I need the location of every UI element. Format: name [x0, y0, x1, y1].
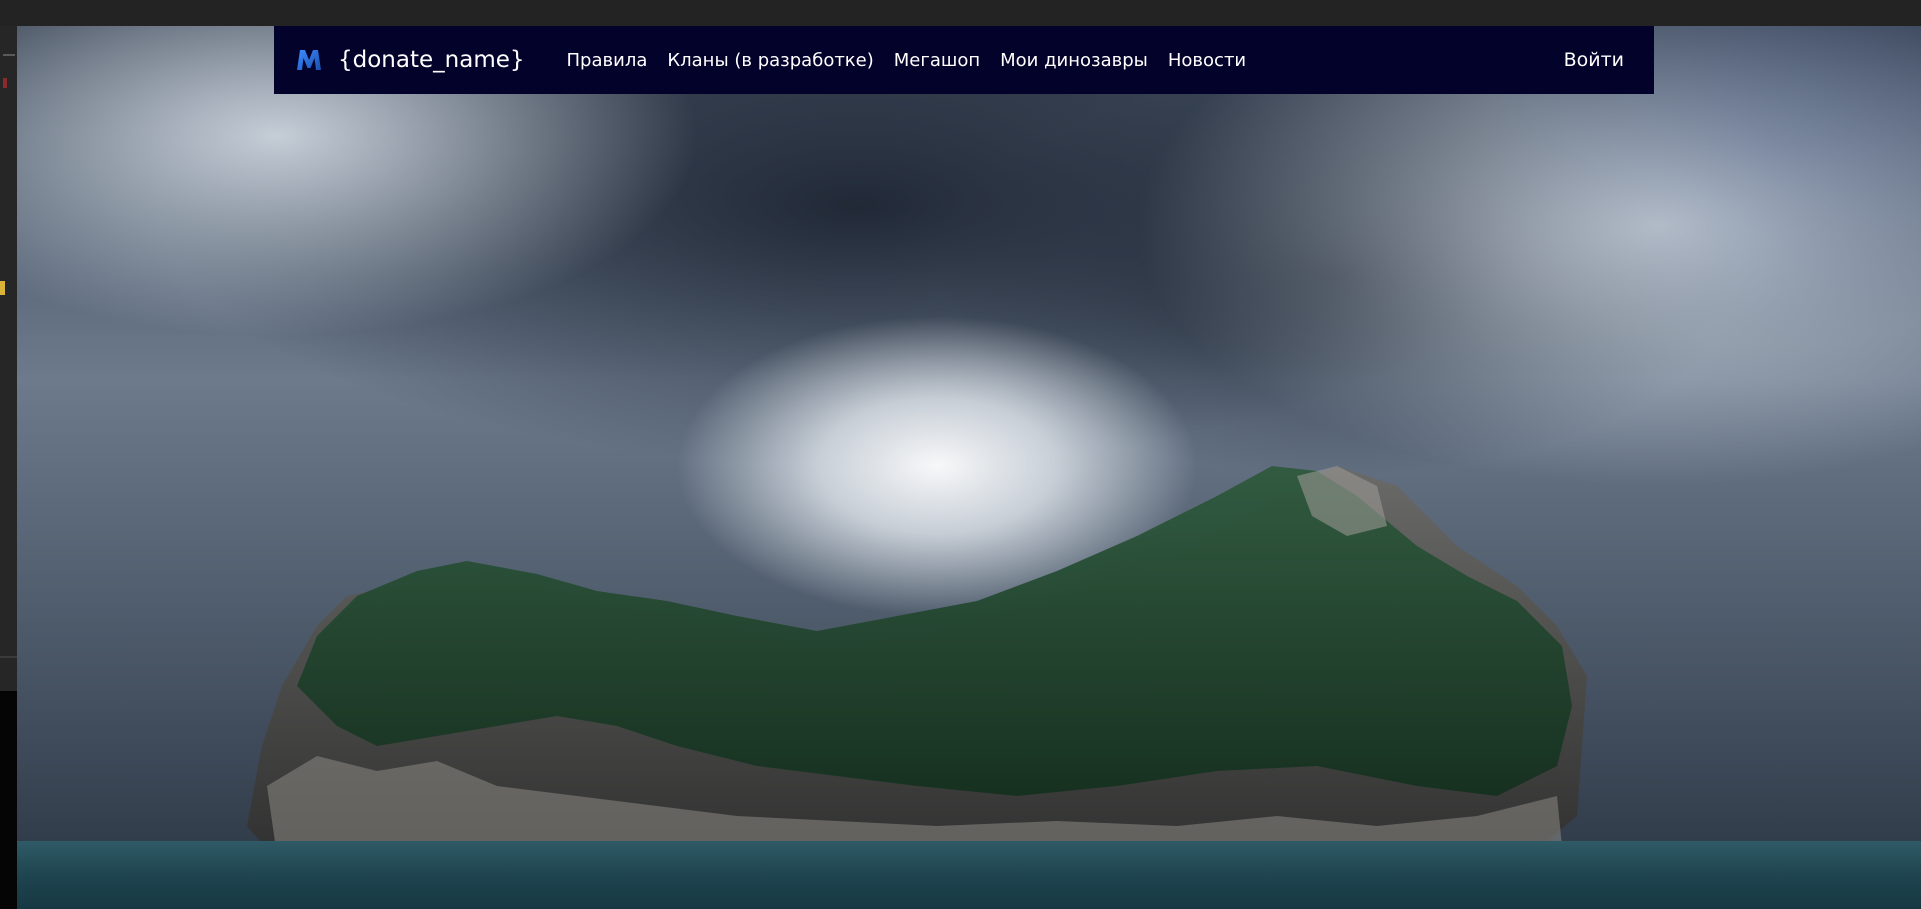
panel-marker — [0, 281, 5, 295]
nav-link-clans[interactable]: Кланы (в разработке) — [667, 50, 873, 71]
panel-divider — [0, 656, 17, 658]
m-logo-icon[interactable] — [296, 47, 322, 73]
brand[interactable]: {donate_name} — [296, 47, 525, 73]
panel-divider — [3, 54, 15, 56]
sea-water — [17, 841, 1921, 909]
panel-dark-area — [0, 691, 17, 909]
rock-island-image — [247, 466, 1587, 874]
nav-links: Правила Кланы (в разработке) Мегашоп Мои… — [567, 50, 1267, 71]
hero-background-image — [17, 26, 1921, 909]
nav-link-news[interactable]: Новости — [1168, 50, 1246, 71]
browser-top-bar — [0, 0, 1921, 26]
panel-marker — [3, 78, 7, 88]
brand-name[interactable]: {donate_name} — [338, 47, 525, 73]
top-navigation-bar: {donate_name} Правила Кланы (в разработк… — [274, 26, 1654, 94]
nav-link-my-dinosaurs[interactable]: Мои динозавры — [1000, 50, 1148, 71]
editor-side-panel — [0, 26, 17, 909]
nav-link-rules[interactable]: Правила — [567, 50, 648, 71]
nav-link-megashop[interactable]: Мегашоп — [894, 50, 980, 71]
login-button[interactable]: Войти — [1564, 49, 1624, 71]
